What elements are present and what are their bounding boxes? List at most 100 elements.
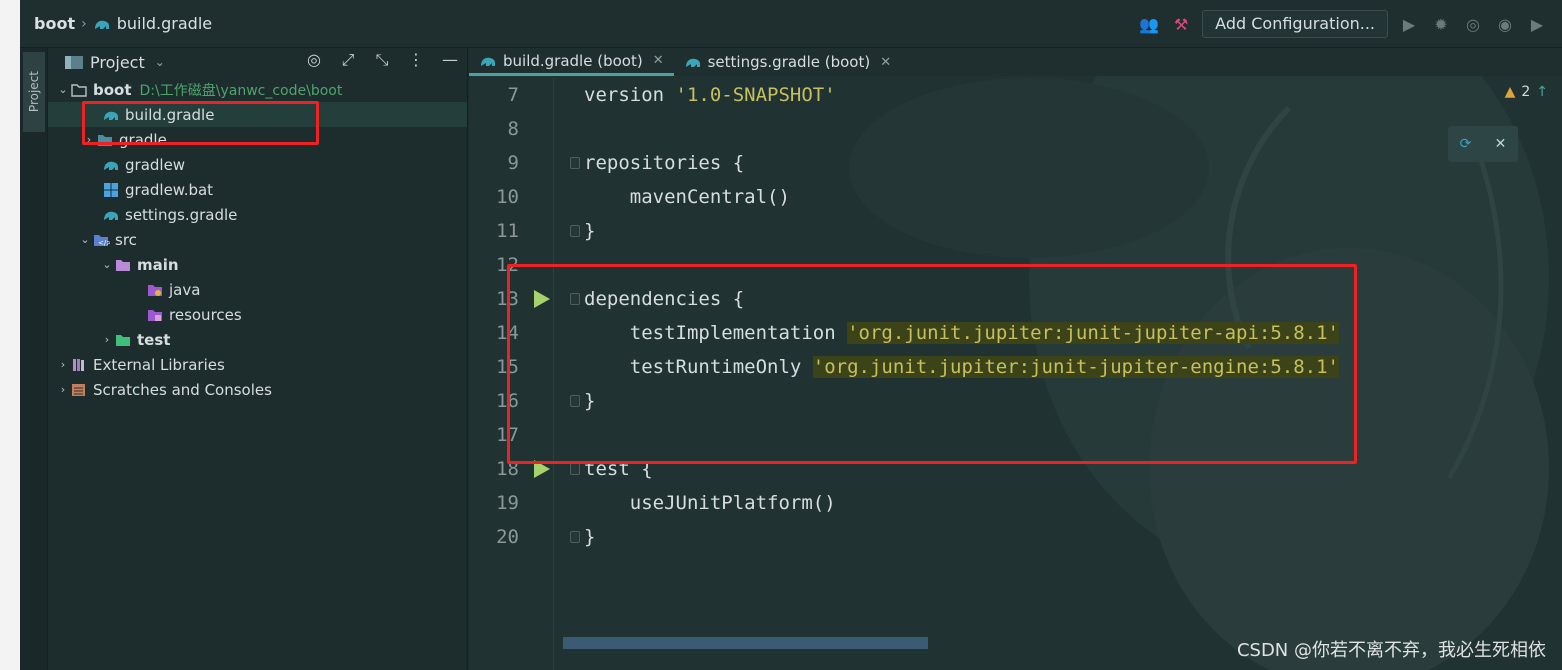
fold-marker-icon[interactable] <box>570 225 580 237</box>
code-line: 10 mavenCentral() <box>469 180 1562 214</box>
fold-marker-icon[interactable] <box>570 157 580 169</box>
chevron-right-icon[interactable]: › <box>56 358 70 371</box>
code-line: 16 } <box>469 384 1562 418</box>
expand-all-icon[interactable]: ⤢ <box>339 50 357 70</box>
tree-item-label: java <box>169 280 201 299</box>
line-number: 17 <box>496 424 519 446</box>
code-text: mavenCentral() <box>584 186 790 208</box>
line-number: 18 <box>496 458 519 480</box>
add-configuration-button[interactable]: Add Configuration... <box>1202 10 1388 38</box>
code-text: test { <box>584 458 653 480</box>
gradle-icon <box>104 111 118 120</box>
line-number: 10 <box>496 186 519 208</box>
watermark: CSDN @你若不离不弃，我必生死相依 <box>1236 640 1546 661</box>
source-folder-icon: </> <box>94 234 110 247</box>
breadcrumb: boot › build.gradle <box>34 14 212 33</box>
close-icon[interactable]: ✕ <box>880 55 891 70</box>
run-gutter-icon[interactable] <box>534 290 550 308</box>
tab-settings-gradle[interactable]: settings.gradle (boot) ✕ <box>674 48 902 76</box>
stop-icon[interactable]: ▶ <box>1526 15 1548 34</box>
tree-item-boot[interactable]: ⌄ boot D:\工作磁盘\yanwc_code\boot <box>48 77 467 102</box>
chevron-down-icon[interactable]: ⌄ <box>78 233 92 246</box>
code-line: 9 repositories { <box>469 146 1562 180</box>
code-text: } <box>584 220 596 242</box>
project-tool-tab[interactable]: Project <box>23 52 45 132</box>
collapse-all-icon[interactable]: ⤡ <box>373 50 391 70</box>
gradle-icon <box>481 57 495 66</box>
code-text: dependencies { <box>584 288 745 310</box>
tree-item-label: gradlew <box>125 155 186 174</box>
chevron-right-icon[interactable]: › <box>56 383 70 396</box>
code-line: 15 testRuntimeOnly 'org.junit.jupiter:ju… <box>469 350 1562 384</box>
tree-item-build-gradle[interactable]: build.gradle <box>48 102 467 127</box>
code-editor[interactable]: build.gradle (boot) ✕ settings.gradle (b… <box>469 48 1562 670</box>
hide-panel-icon[interactable]: — <box>441 50 459 70</box>
build-hammer-icon[interactable]: ⚒ <box>1170 15 1192 34</box>
resources-folder-icon <box>148 309 162 321</box>
options-menu-icon[interactable]: ⋮ <box>407 50 425 70</box>
project-panel-tools: ◎ ⤢ ⤡ ⋮ — <box>305 50 459 70</box>
chevron-down-icon[interactable]: ⌄ <box>155 55 165 69</box>
line-number: 11 <box>496 220 519 242</box>
windows-icon <box>104 182 118 197</box>
line-number: 13 <box>496 288 519 310</box>
project-panel-header: Project ⌄ ◎ ⤢ ⤡ ⋮ — <box>48 48 467 76</box>
code-text: } <box>584 526 596 548</box>
toolbar: 👥 ⚒ Add Configuration... ▶ ✹ ◎ ◉ ▶ <box>1138 10 1548 38</box>
horizontal-scrollbar[interactable] <box>563 637 928 649</box>
line-number: 8 <box>507 118 519 140</box>
close-icon[interactable]: ✕ <box>653 53 664 68</box>
line-number: 20 <box>496 526 519 548</box>
line-number: 19 <box>496 492 519 514</box>
tree-item-resources[interactable]: resources <box>48 302 467 327</box>
project-panel-title[interactable]: Project <box>90 53 145 72</box>
tree-item-settings-gradle[interactable]: settings.gradle <box>48 202 467 227</box>
code-text: version '1.0-SNAPSHOT' <box>584 84 836 106</box>
tree-item-label: boot <box>93 80 132 99</box>
run-icon[interactable]: ▶ <box>1398 15 1420 34</box>
fold-marker-icon[interactable] <box>570 463 580 475</box>
tree-item-external-libraries[interactable]: › External Libraries <box>48 352 467 377</box>
chevron-right-icon[interactable]: › <box>82 133 96 146</box>
gradle-icon <box>104 161 118 170</box>
breadcrumb-file[interactable]: build.gradle <box>117 14 212 33</box>
tree-item-gradlew[interactable]: gradlew <box>48 152 467 177</box>
code-line: 13 dependencies { <box>469 282 1562 316</box>
breadcrumb-root[interactable]: boot <box>34 14 75 33</box>
debug-icon[interactable]: ✹ <box>1430 15 1452 34</box>
tree-item-src[interactable]: ⌄ </> src <box>48 227 467 252</box>
tree-item-test[interactable]: › test <box>48 327 467 352</box>
tree-item-gradlew-bat[interactable]: gradlew.bat <box>48 177 467 202</box>
tree-item-label: gradle <box>119 130 167 149</box>
tree-item-main[interactable]: ⌄ main <box>48 252 467 277</box>
chevron-down-icon[interactable]: ⌄ <box>100 258 114 271</box>
ide-window: boot › build.gradle 👥 ⚒ Add Configuratio… <box>20 0 1562 670</box>
tree-item-label: main <box>137 255 179 274</box>
project-tool-tab-label: Project <box>27 71 41 113</box>
chevron-right-icon[interactable]: › <box>100 333 114 346</box>
java-folder-icon <box>148 284 162 296</box>
coverage-icon[interactable]: ◎ <box>1462 15 1484 34</box>
fold-marker-icon[interactable] <box>570 531 580 543</box>
navigation-bar: boot › build.gradle 👥 ⚒ Add Configuratio… <box>20 0 1562 48</box>
tab-label: settings.gradle (boot) <box>707 53 871 71</box>
folder-icon <box>71 83 87 97</box>
tab-build-gradle[interactable]: build.gradle (boot) ✕ <box>469 48 674 76</box>
editor-tabs: build.gradle (boot) ✕ settings.gradle (b… <box>469 48 1562 76</box>
locate-target-icon[interactable]: ◎ <box>305 50 323 70</box>
fold-marker-icon[interactable] <box>570 293 580 305</box>
code-line: 7 version '1.0-SNAPSHOT' <box>469 78 1562 112</box>
tree-item-gradle[interactable]: › gradle <box>48 127 467 152</box>
code-text: } <box>584 390 596 412</box>
profiler-icon[interactable]: ◉ <box>1494 15 1516 34</box>
tree-item-scratches[interactable]: › Scratches and Consoles <box>48 377 467 402</box>
folder-icon <box>116 259 130 271</box>
code-text: testRuntimeOnly 'org.junit.jupiter:junit… <box>584 356 1339 378</box>
tab-label: build.gradle (boot) <box>503 51 643 70</box>
chevron-down-icon[interactable]: ⌄ <box>56 83 70 96</box>
fold-marker-icon[interactable] <box>570 395 580 407</box>
users-icon[interactable]: 👥 <box>1138 15 1160 34</box>
tree-item-java[interactable]: java <box>48 277 467 302</box>
line-number: 7 <box>507 84 519 106</box>
run-gutter-icon[interactable] <box>534 460 550 478</box>
